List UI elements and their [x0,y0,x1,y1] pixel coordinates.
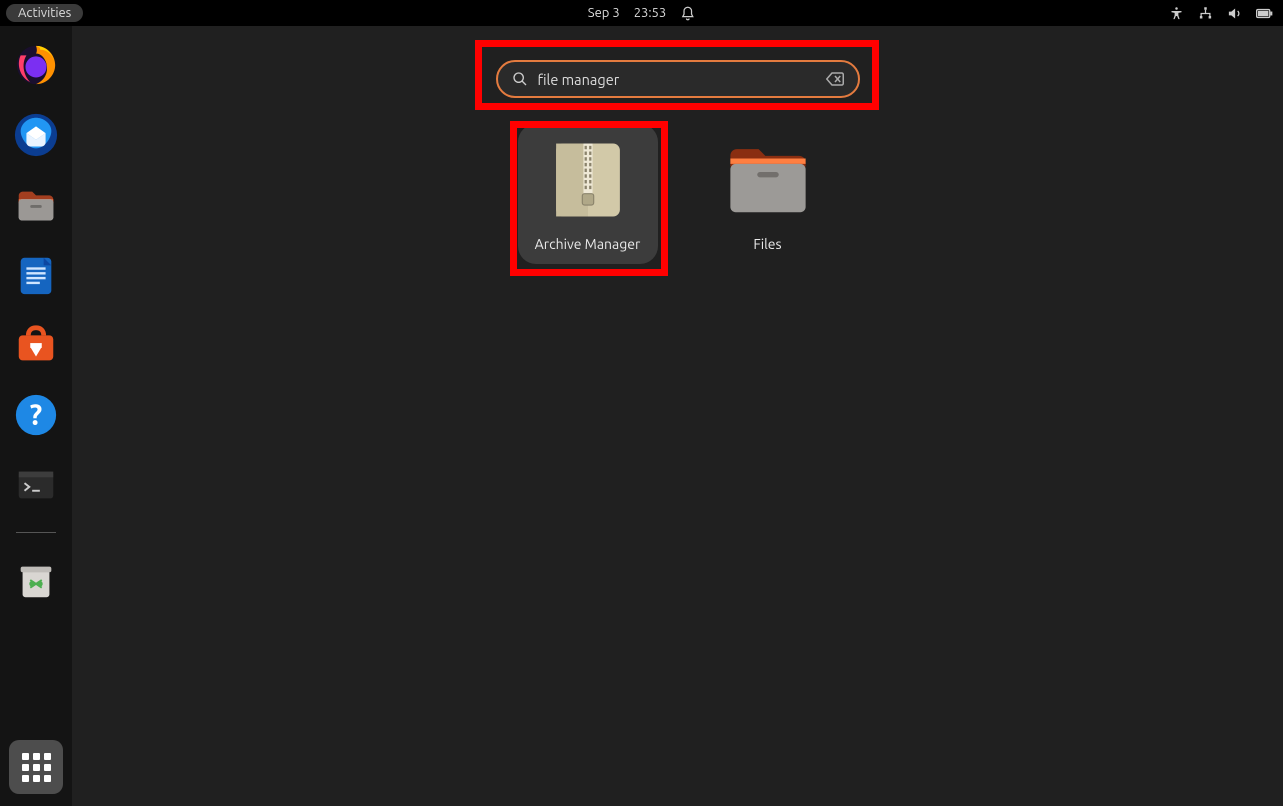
accessibility-icon [1169,6,1184,21]
clear-search-icon[interactable] [826,71,844,87]
dash-item-thunderbird[interactable] [11,110,61,160]
dash: ? [0,26,72,806]
dash-item-firefox[interactable] [11,40,61,90]
date-label: Sep 3 [588,6,620,20]
thunderbird-icon [13,112,59,158]
top-bar: Activities Sep 3 23:53 [0,0,1283,26]
battery-icon [1256,6,1273,21]
apps-grid-icon [22,753,51,782]
dash-item-files[interactable] [11,180,61,230]
files-app-icon [725,140,811,220]
search-field-container[interactable] [496,60,860,98]
files-icon [13,182,59,228]
dash-item-software[interactable] [11,320,61,370]
terminal-icon [13,462,59,508]
search-results: Archive Manager Files [518,124,838,264]
trash-icon [13,557,59,603]
activities-overview: Archive Manager Files [72,26,1283,806]
result-files[interactable]: Files [698,124,838,264]
search-input[interactable] [538,71,816,88]
network-icon [1198,6,1213,21]
archive-manager-icon [549,139,627,221]
firefox-icon [13,42,59,88]
system-status-area[interactable] [1169,6,1273,21]
time-label: 23:53 [634,6,667,20]
dash-item-help[interactable]: ? [11,390,61,440]
libreoffice-writer-icon [13,252,59,298]
notifications-icon [680,6,695,21]
search-icon [512,71,528,87]
svg-text:?: ? [30,399,43,431]
result-label: Archive Manager [535,236,641,252]
volume-icon [1227,6,1242,21]
activities-button[interactable]: Activities [6,4,83,22]
dash-separator [16,532,56,533]
dash-item-trash[interactable] [11,555,61,605]
show-applications-button[interactable] [9,740,63,794]
ubuntu-software-icon [13,322,59,368]
result-archive-manager[interactable]: Archive Manager [518,124,658,264]
help-icon: ? [13,392,59,438]
clock-area[interactable]: Sep 3 23:53 [588,6,695,21]
dash-item-writer[interactable] [11,250,61,300]
dash-item-terminal[interactable] [11,460,61,510]
result-label: Files [753,236,781,252]
search-bar [496,60,860,98]
